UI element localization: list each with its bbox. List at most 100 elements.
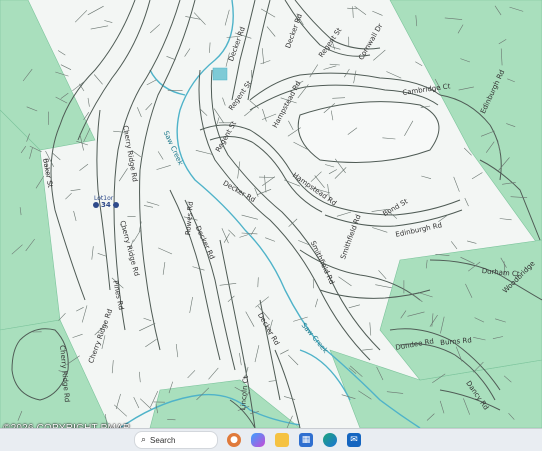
parcel-line [372, 228, 387, 233]
parcel-line [261, 9, 275, 17]
parcel-line [239, 353, 241, 365]
map-view[interactable]: Decker Rd Regent St Cornwall Dr Cambridg… [0, 0, 542, 428]
map-canvas [0, 0, 542, 428]
store-icon[interactable]: ▦ [299, 433, 313, 447]
parcel-line [88, 6, 104, 15]
edge-icon[interactable] [323, 433, 337, 447]
parcel-line [269, 381, 277, 382]
parcel-line [262, 109, 266, 122]
parcel-line [225, 10, 229, 26]
parcel-line [349, 305, 360, 308]
parcel-line [223, 98, 226, 106]
parcel-line [347, 8, 357, 9]
lot-number: 34 [101, 201, 111, 209]
parcel-line [185, 49, 190, 57]
parcel-line [176, 344, 178, 357]
start-icon[interactable] [112, 434, 125, 447]
parcel-line [209, 368, 219, 379]
parcel-line [288, 355, 298, 365]
news-widget-icon[interactable]: ● [227, 433, 241, 447]
search-label: Search [150, 436, 175, 445]
parcel-line [98, 253, 106, 256]
taskbar-search[interactable]: ⌕ Search [134, 431, 218, 449]
parcel-line [220, 283, 237, 285]
parcel-line [75, 10, 87, 22]
parcel-line [137, 107, 141, 117]
parcel-line [144, 318, 152, 321]
parcel-line [150, 24, 160, 33]
parcel-line [288, 121, 293, 130]
parcel-line [373, 50, 385, 60]
parcel-line [94, 75, 102, 85]
parcel-line [258, 277, 259, 287]
parcel-line [157, 165, 171, 169]
parcel-line [370, 322, 371, 335]
parcel-line [280, 350, 288, 354]
parcel-line [244, 109, 252, 116]
park-area [298, 102, 439, 163]
parcel-line [92, 246, 94, 259]
parcel-line [454, 177, 460, 192]
lot-marker[interactable]: 34 [93, 201, 119, 209]
parcel-line [354, 71, 356, 84]
parcel-line [134, 397, 139, 408]
parcel-line [196, 150, 213, 154]
parcel-line [193, 267, 205, 271]
parcel-line [217, 117, 219, 125]
parcel-line [246, 312, 254, 327]
parcel-line [255, 297, 268, 308]
parcel-line [267, 27, 275, 37]
parcel-line [119, 168, 128, 181]
parcel-line [330, 64, 340, 65]
parcel-line [310, 65, 318, 78]
parcel-line [71, 189, 81, 190]
parcel-line [139, 323, 155, 331]
parcel-line [76, 307, 83, 311]
parcel-line [339, 277, 352, 286]
parcel-line [139, 372, 140, 382]
outlook-icon[interactable]: ✉ [347, 433, 361, 447]
parcel-line [209, 43, 210, 53]
parcel-line [144, 205, 153, 207]
parcel-line [353, 6, 354, 18]
parcel-line [315, 299, 317, 307]
parcel-line [325, 165, 334, 168]
parcel-line [337, 212, 351, 216]
parcel-line [52, 153, 60, 160]
parcel-line [355, 6, 366, 15]
parcel-line [329, 170, 337, 174]
parcel-line [242, 215, 258, 219]
parcel-line [214, 109, 224, 123]
parcel-line [133, 231, 140, 242]
location-pin-icon [93, 202, 99, 208]
parcel-line [72, 80, 86, 91]
parcel-line [386, 72, 401, 79]
copilot-icon[interactable] [251, 433, 265, 447]
parcel-line [145, 339, 156, 347]
parcel-line [467, 241, 476, 244]
search-icon: ⌕ [141, 435, 146, 445]
parcel-line [158, 248, 172, 254]
parcel-line [74, 211, 77, 221]
parcel-line [228, 230, 235, 237]
parcel-line [80, 164, 89, 171]
parcel-line [112, 360, 113, 373]
parcel-line [332, 98, 345, 99]
parcel-line [140, 399, 151, 409]
parcel-line [73, 334, 83, 337]
parcel-line [163, 262, 165, 275]
parcel-line [284, 396, 295, 399]
parcel-line [116, 394, 120, 409]
forest-areas [0, 0, 542, 428]
parcel-line [451, 241, 457, 249]
parcel-line [147, 202, 159, 206]
parcel-line [255, 345, 259, 362]
parcel-line [472, 173, 482, 179]
parcel-line [188, 370, 195, 378]
parcel-line [500, 219, 512, 220]
file-explorer-icon[interactable] [275, 433, 289, 447]
parcel-line [114, 405, 127, 417]
parcel-line [146, 103, 152, 110]
parcel-line [104, 21, 112, 23]
parcel-line [265, 238, 275, 242]
